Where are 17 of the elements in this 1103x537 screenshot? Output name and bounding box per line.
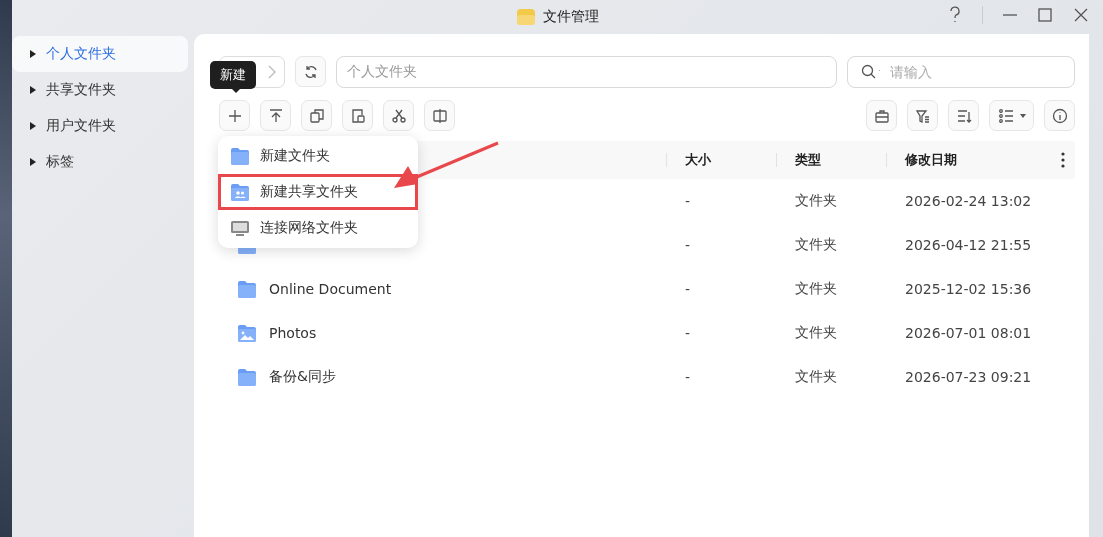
table-cell-text: 2026-07-01 08:01 [904,325,1033,341]
table-cell-text: - [684,325,692,341]
table-cell-text: 文件夹 [794,324,838,342]
table-cell-text: 2025-12-02 15:36 [904,281,1033,297]
table-cell-text: - [684,193,692,209]
table-cell-text: 文件夹 [794,368,838,386]
tooltip: 新建 [210,61,256,89]
table-cell-text: 文件夹 [794,192,838,210]
table-cell-text: - [684,281,692,297]
table-cell-text: 文件夹 [794,280,838,298]
table-cell-text: 文件夹 [794,236,838,254]
table-cell-text: - [684,369,692,385]
table-cell-text: 2026-02-24 13:02 [904,193,1033,209]
table-cell-text: 2026-07-23 09:21 [904,369,1033,385]
window-title: 文件管理 [542,8,599,26]
table-cell-text: 2026-04-12 21:55 [904,237,1033,253]
table-cell-text: - [684,237,692,253]
